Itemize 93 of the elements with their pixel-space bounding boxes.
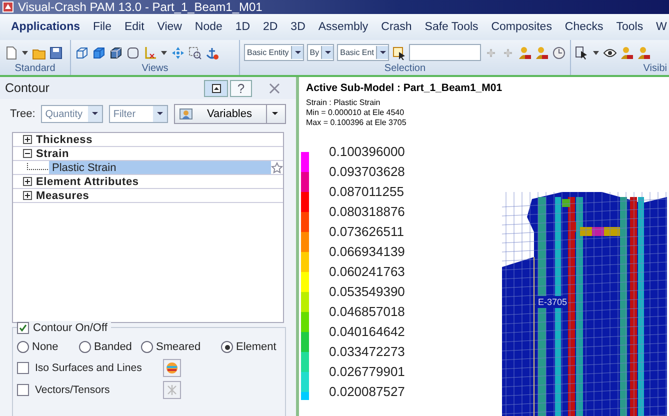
pointer-icon[interactable]: [575, 46, 589, 60]
expand-icon[interactable]: [23, 191, 32, 200]
radio-label: Smeared: [156, 341, 201, 353]
menu-item[interactable]: Node: [194, 21, 224, 33]
menu-item[interactable]: Tools: [615, 21, 644, 33]
star-icon[interactable]: [271, 162, 283, 174]
result-info: Min = 0.000010 at Ele 4540: [306, 108, 406, 118]
menu-item[interactable]: Edit: [123, 21, 146, 33]
result-info: Strain : Plastic Strain: [306, 98, 382, 108]
legend-value: 0.040164642: [328, 323, 406, 341]
radio-label: Banded: [94, 341, 132, 353]
app-icon: [2, 1, 14, 13]
solid-cube-icon[interactable]: [92, 46, 106, 60]
person-icon[interactable]: [534, 46, 549, 60]
tree-item[interactable]: Strain: [36, 148, 69, 160]
legend-value: 0.093703628: [328, 163, 406, 181]
menu-item[interactable]: File: [92, 21, 112, 33]
menu-item[interactable]: 2D: [262, 21, 279, 33]
radio-button[interactable]: [79, 341, 91, 353]
checkbox[interactable]: [17, 384, 29, 396]
menu-item[interactable]: W: [655, 21, 668, 33]
pick-icon[interactable]: [392, 46, 406, 60]
wireframe-cube-icon[interactable]: [75, 46, 89, 60]
menu-item[interactable]: Safe Tools: [424, 21, 480, 33]
menu-item[interactable]: 3D: [290, 21, 306, 33]
tree-item[interactable]: Element Attributes: [36, 176, 139, 188]
radio-label: None: [32, 341, 58, 353]
menu-item[interactable]: 1D: [234, 21, 252, 33]
legend-value: 0.020087527: [328, 383, 406, 401]
close-icon[interactable]: [268, 82, 280, 94]
group-label: Visibi: [642, 63, 667, 74]
document-icon[interactable]: [4, 46, 18, 60]
input-field[interactable]: [408, 44, 481, 61]
legend-value: 0.087011255: [328, 183, 405, 201]
window-title: Visual-Crash PAM 13.0 - Part_1_Beam1_M01: [18, 0, 262, 14]
checkbox[interactable]: [17, 362, 29, 374]
panel-title: Contour: [5, 81, 50, 95]
menu-item[interactable]: Crash: [380, 21, 413, 33]
menu-item[interactable]: Checks: [564, 21, 604, 33]
legend-value: 0.100396000: [328, 143, 406, 161]
checkbox-label: Iso Surfaces and Lines: [35, 362, 143, 374]
group-label: Standard: [14, 63, 56, 74]
menu-item[interactable]: Assembly: [317, 21, 370, 33]
tree-item[interactable]: Plastic Strain: [49, 161, 271, 174]
help-button[interactable]: ?: [230, 80, 252, 96]
clock-icon[interactable]: [552, 46, 566, 60]
legend-value: 0.033472273: [328, 343, 406, 361]
radio-button[interactable]: [17, 341, 29, 353]
checkbox-label: Vectors/Tensors: [35, 384, 111, 396]
sub-model-heading: Active Sub-Model : Part_1_Beam1_M01: [306, 82, 502, 94]
collapse-icon[interactable]: [23, 149, 32, 158]
radio-button[interactable]: [221, 341, 233, 353]
legend-value: 0.066934139: [328, 243, 406, 261]
tree-label: Tree:: [10, 108, 36, 120]
anchor-icon[interactable]: [205, 46, 219, 60]
legend-value: 0.060241763: [328, 263, 406, 281]
tree-connector-icon[interactable]: [27, 162, 49, 172]
dropdown[interactable]: By: [306, 44, 334, 61]
expand-icon[interactable]: [23, 135, 32, 144]
person-icon[interactable]: [178, 107, 193, 121]
shaded-cube-icon[interactable]: [109, 46, 123, 60]
dropdown[interactable]: Basic Ent: [337, 44, 389, 61]
result-info: Max = 0.100396 at Ele 3705: [306, 118, 408, 128]
person-icon[interactable]: [620, 46, 634, 60]
dropdown[interactable]: Basic Entity: [244, 44, 304, 61]
filter-dropdown[interactable]: Filter: [109, 105, 168, 123]
element-label: E-3705: [538, 297, 568, 307]
tree-item[interactable]: Thickness: [36, 134, 93, 146]
menu-item[interactable]: Applications: [10, 21, 82, 33]
radio-button[interactable]: [141, 341, 153, 353]
tree-item[interactable]: Measures: [36, 190, 90, 202]
iso-surfaces-button[interactable]: [163, 359, 181, 377]
legend-value: 0.026779901: [328, 363, 406, 381]
dock-icon[interactable]: [212, 84, 220, 92]
axes-icon[interactable]: [143, 46, 157, 60]
person-icon[interactable]: [518, 46, 532, 60]
person-icon[interactable]: [637, 46, 651, 60]
legend-value: 0.080318876: [328, 203, 406, 221]
expand-icon[interactable]: [23, 177, 32, 186]
variables-button[interactable]: Variables: [174, 104, 286, 124]
checkbox-label: Contour On/Off: [33, 322, 108, 334]
zoom-icon[interactable]: [188, 46, 202, 60]
radio-label: Element: [236, 341, 276, 353]
legend-value: 0.053549390: [328, 283, 406, 301]
legend-value: 0.073626511: [328, 223, 405, 241]
menu-item[interactable]: View: [156, 21, 183, 33]
menu-item[interactable]: Composites: [490, 21, 553, 33]
legend-value: 0.046857018: [328, 303, 406, 321]
group-label: Views: [140, 63, 170, 74]
dock-button[interactable]: [204, 80, 228, 96]
color-sphere-icon[interactable]: [166, 362, 178, 374]
group-label: Selection: [383, 63, 427, 74]
tree-dropdown[interactable]: Quantity: [41, 105, 104, 123]
